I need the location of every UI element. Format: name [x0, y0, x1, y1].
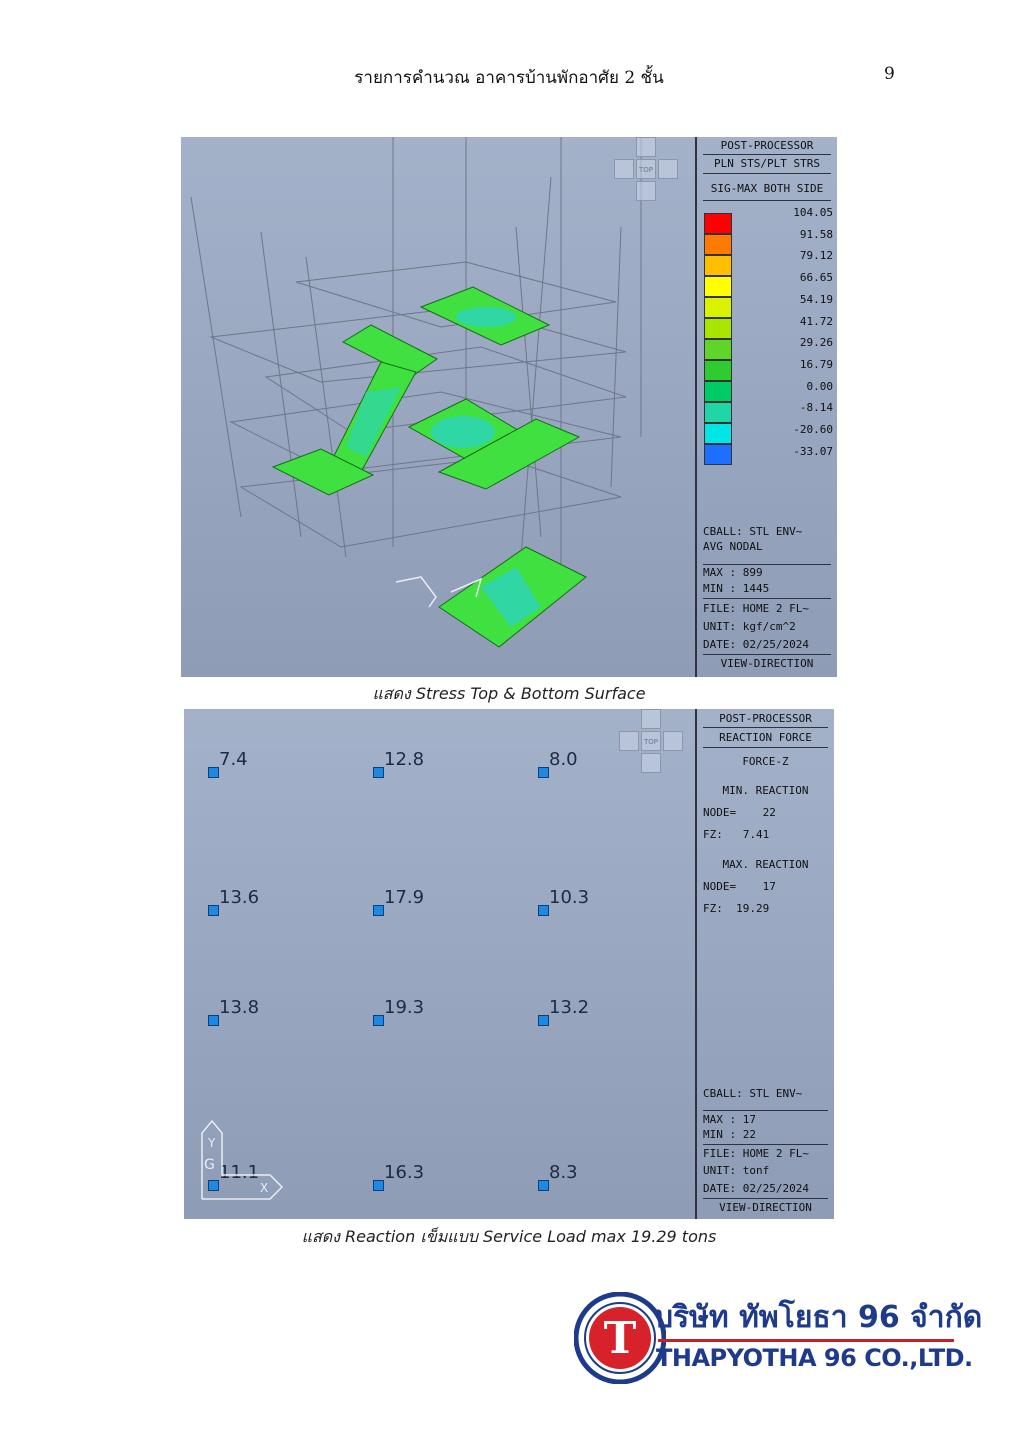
- support-node-marker: [373, 1015, 384, 1026]
- company-logo: T บริษัท ทัพโยธา 96 จำกัด THAPYOTHA 96 C…: [560, 1280, 982, 1390]
- axis-icon: Y X G: [201, 1119, 284, 1200]
- legend-swatch: [704, 213, 732, 234]
- reaction-value: 8.0: [549, 749, 578, 770]
- legend-value: 91.58: [799, 227, 833, 241]
- max-reaction-title: MAX. REACTION: [722, 858, 809, 871]
- view-cube-icon[interactable]: TOP: [611, 137, 683, 205]
- legend-swatch: [704, 381, 732, 402]
- file-label: FILE: HOME 2 FL~: [703, 1147, 809, 1160]
- result-component: FORCE-Z: [742, 755, 789, 768]
- max-reaction-fz: FZ: 19.29: [703, 902, 770, 915]
- avg-nodal-label: AVG NODAL: [703, 540, 763, 553]
- legend-swatch: [704, 318, 732, 339]
- post-processor-label: POST-PROCESSOR: [719, 712, 812, 725]
- company-name-thai: บริษัท ทัพโยธา 96 จำกัด: [654, 1300, 983, 1335]
- legend-value: 41.72: [799, 314, 833, 328]
- color-legend: [704, 213, 732, 465]
- view-cube-top-face[interactable]: TOP: [641, 731, 661, 751]
- support-node-marker: [208, 905, 219, 916]
- support-node-marker: [208, 767, 219, 778]
- legend-value: 0.00: [806, 379, 834, 393]
- reaction-value: 8.3: [549, 1162, 578, 1183]
- min-node: MIN : 22: [703, 1128, 756, 1141]
- page-number: 9: [884, 64, 895, 84]
- legend-value: 66.65: [799, 271, 833, 285]
- svg-text:G: G: [204, 1157, 215, 1173]
- min-reaction-title: MIN. REACTION: [722, 784, 809, 797]
- reaction-info-sidebar: POST-PROCESSOR REACTION FORCE FORCE-Z MI…: [695, 709, 834, 1219]
- legend-value: 79.12: [799, 249, 833, 263]
- reaction-value: 13.2: [549, 997, 590, 1018]
- support-node-marker: [208, 1015, 219, 1026]
- reaction-value: 13.8: [219, 997, 260, 1018]
- legend-value: -20.60: [793, 423, 833, 436]
- logo-divider: [658, 1339, 954, 1342]
- unit-label: UNIT: tonf: [703, 1164, 770, 1177]
- legend-value: -33.07: [793, 444, 833, 458]
- legend-swatch: [704, 276, 732, 297]
- document-title: รายการคำนวณ อาคารบ้านพักอาศัย 2 ชั้น: [354, 68, 664, 88]
- date-label: DATE: 02/25/2024: [703, 638, 809, 651]
- legend-value: 16.79: [799, 357, 833, 371]
- view-direction-label: VIEW-DIRECTION: [720, 657, 814, 670]
- legend-swatch: [704, 255, 732, 276]
- date-label: DATE: 02/25/2024: [703, 1182, 809, 1195]
- result-mode: REACTION FORCE: [719, 731, 812, 744]
- svg-text:T: T: [604, 1313, 637, 1364]
- max-node: MAX : 17: [703, 1113, 756, 1126]
- legend-swatch: [704, 234, 732, 255]
- cball-label: CBALL: STL ENV~: [703, 1087, 803, 1100]
- max-node: MAX : 899: [703, 566, 763, 579]
- stress-result-image: TOP POST-PROCESSOR PLN STS/PLT STRS SIG-…: [181, 137, 837, 677]
- view-cube-top-face[interactable]: TOP: [636, 159, 656, 179]
- view-cube-icon[interactable]: TOP: [616, 709, 688, 777]
- company-logo-mark: T: [574, 1292, 666, 1384]
- legend-swatch: [704, 297, 732, 318]
- cball-label: CBALL: STL ENV~: [703, 525, 803, 538]
- max-reaction-node: NODE= 17: [703, 880, 776, 893]
- legend-value: 54.19: [799, 292, 833, 306]
- reaction-value: 10.3: [549, 887, 590, 908]
- min-node: MIN : 1445: [703, 582, 770, 595]
- reaction-value: 17.9: [384, 887, 425, 908]
- file-label: FILE: HOME 2 FL~: [703, 602, 809, 615]
- legend-swatch: [704, 423, 732, 444]
- support-node-marker: [373, 905, 384, 916]
- legend-value: -8.14: [799, 401, 833, 415]
- axis-x-label: X: [260, 1181, 268, 1195]
- reaction-value: 19.3: [384, 997, 425, 1018]
- stress-caption: แสดง Stress Top & Bottom Surface: [372, 684, 646, 703]
- reaction-value: 13.6: [219, 887, 260, 908]
- reaction-caption: แสดง Reaction เข็มแบบ Service Load max 1…: [301, 1227, 717, 1246]
- stress-model-view: [190, 137, 642, 648]
- company-name-english: THAPYOTHA 96 CO.,LTD.: [656, 1344, 973, 1372]
- reaction-result-image: 7.4 12.8 8.0 13.6 17.9 10.3 13.8 19.3 13.2 11.1 16…: [184, 709, 834, 1219]
- support-node-marker: [538, 905, 549, 916]
- support-node-marker: [538, 767, 549, 778]
- stress-info-sidebar: POST-PROCESSOR PLN STS/PLT STRS SIG-MAX …: [695, 137, 837, 677]
- reaction-value: 7.4: [219, 749, 248, 770]
- legend-value: 29.26: [799, 336, 833, 350]
- support-node-marker: [373, 1180, 384, 1191]
- support-node-marker: [373, 767, 384, 778]
- legend-swatch: [704, 444, 732, 465]
- min-reaction-node: NODE= 22: [703, 806, 776, 819]
- reaction-value: 16.3: [384, 1162, 425, 1183]
- view-direction-label: VIEW-DIRECTION: [719, 1201, 812, 1214]
- unit-label: UNIT: kgf/cm^2: [703, 620, 796, 633]
- result-component: SIG-MAX BOTH SIDE: [710, 182, 824, 195]
- result-mode: PLN STS/PLT STRS: [714, 157, 820, 170]
- post-processor-label: POST-PROCESSOR: [720, 139, 814, 152]
- legend-swatch: [704, 339, 732, 360]
- legend-swatch: [704, 360, 732, 381]
- legend-swatch: [704, 402, 732, 423]
- min-reaction-fz: FZ: 7.41: [703, 828, 770, 841]
- reaction-value: 12.8: [384, 749, 425, 770]
- support-node-marker: [538, 1015, 549, 1026]
- axis-y-label: Y: [207, 1136, 216, 1150]
- legend-value: 104.05: [793, 206, 833, 219]
- support-node-marker: [538, 1180, 549, 1191]
